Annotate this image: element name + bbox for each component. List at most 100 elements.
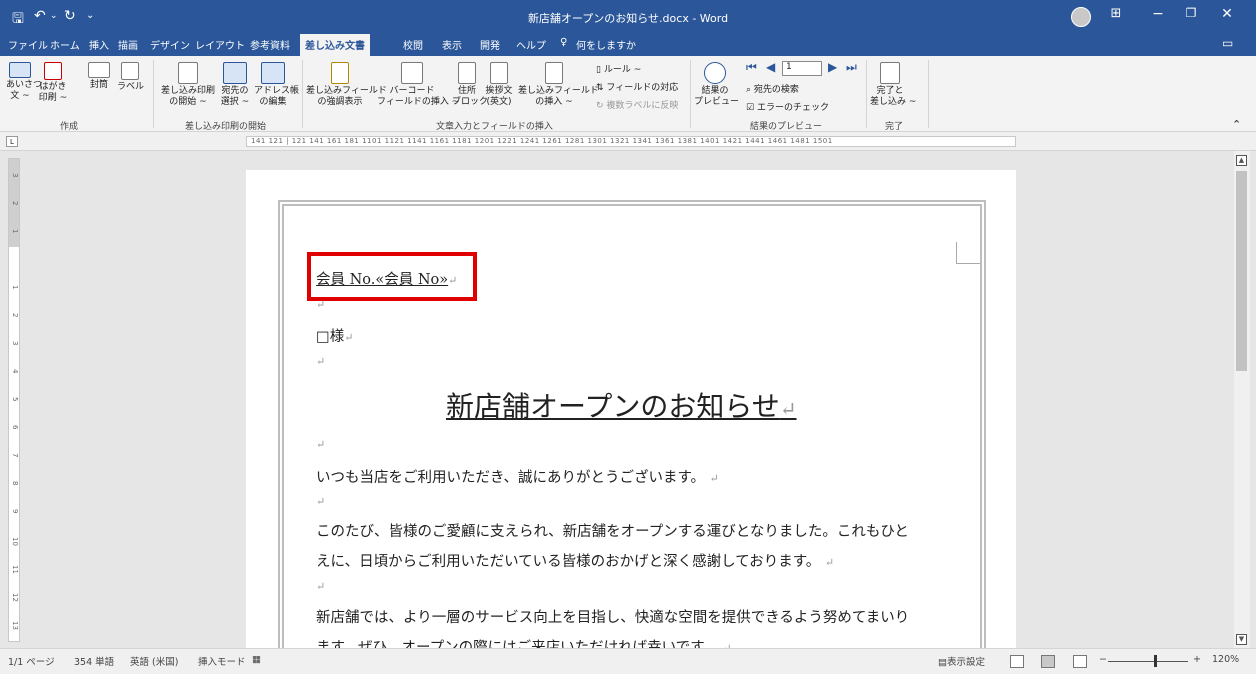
scroll-up-icon[interactable]: ▲ [1236,155,1247,166]
zoom-out-button[interactable]: − [1099,654,1107,665]
zoom-in-button[interactable]: + [1193,654,1201,665]
collapse-ribbon-icon[interactable]: ⌃ [1232,118,1241,131]
preview-results-button[interactable]: 結果の プレビュー [694,62,740,108]
insert-mode-status[interactable]: 挿入モード [198,654,246,668]
scroll-down-icon[interactable]: ▼ [1236,634,1247,645]
labels-button-label: ラベル [117,82,145,92]
document-page[interactable]: 会員 No.«会員 No»↵ ↵ □様↵ ↵ 新店舗オープンのお知らせ↵ ↵ い… [246,170,1016,648]
address-block-button[interactable]: 住所 ブロック [452,62,488,108]
word-count[interactable]: 354 単語 [74,654,114,668]
postcard-button-label: はがき 印刷 ~ [38,82,68,103]
start-mail-merge-button[interactable]: 差し込み印刷 の開始 ~ [160,62,216,108]
tab-insert[interactable]: 挿入 [89,37,109,52]
rules-label: ルール ~ [603,65,642,75]
paragraph-3-line-1[interactable]: 新店舗では、より一層のサービス向上を目指し、快適な空間を提供できるよう努めてまい… [316,606,909,627]
finish-merge-button[interactable]: 完了と 差し込み ~ [870,62,916,108]
margin-corner-mark [956,242,980,264]
tab-help[interactable]: ヘルプ [516,37,546,52]
last-record-icon[interactable]: ⏭ [846,60,857,75]
tab-design[interactable]: デザイン [150,37,190,52]
restore-icon[interactable]: ❐ [1176,6,1206,20]
recipient-line[interactable]: □様↵ [316,325,353,346]
tab-layout[interactable]: レイアウト [195,37,245,52]
tab-review[interactable]: 校閲 [403,37,423,52]
match-fields-button[interactable]: ⇅ フィールドの対応 [596,80,678,93]
preview-results-label: 結果の プレビュー [694,86,740,107]
check-errors-label: エラーのチェック [756,103,829,113]
insert-barcode-button[interactable]: バーコード フィールドの挿入 ~ [377,62,459,108]
paragraph-2-line-1[interactable]: このたび、皆様のご愛顧に支えられ、新店舗をオープンする運びとなりました。これもひ… [316,520,909,541]
heading-text: 新店舗オープンのお知らせ [446,390,780,423]
first-record-icon[interactable]: ⏮ [746,60,757,75]
tab-mailings[interactable]: 差し込み文書 [300,34,370,56]
highlight-fields-button[interactable]: 差し込みフィールド の強調表示 [306,62,387,108]
paragraph-mark: ↵ [824,556,835,569]
previous-record-icon[interactable]: ◀ [766,60,775,74]
vruler-number: 6 [11,425,19,430]
scroll-thumb[interactable] [1236,171,1247,371]
greeting-button-label: あいさつ 文 ~ [6,80,43,101]
comments-icon[interactable]: ▭ [1222,36,1233,50]
select-recipients-label: 宛先の 選択 ~ [220,86,250,107]
edit-list-label: アドレス帳 の編集 [254,86,300,107]
paragraph-mark: ↵ [316,438,326,451]
tell-me-search[interactable]: 何をしますか [576,37,636,52]
labels-icon [121,62,139,80]
vertical-scrollbar[interactable]: ▲ ▼ [1234,151,1250,648]
zoom-slider[interactable] [1108,661,1188,662]
greeting-line-button[interactable]: 挨拶文 (英文) [484,62,514,108]
paragraph-3-line-2[interactable]: ます。ぜひ、オープンの際にはご来店いただければ幸いです。 ↵ [316,636,732,648]
document-heading[interactable]: 新店舗オープンのお知らせ↵ [446,385,797,425]
close-icon[interactable]: ✕ [1212,6,1242,22]
edit-list-icon [261,62,285,84]
group-separator [690,60,691,128]
window-title: 新店舗オープンのお知らせ.docx - Word [527,12,729,25]
print-layout-icon[interactable] [1041,655,1055,668]
paragraph-mark: ↵ [344,331,354,344]
vertical-ruler: 3 2 1 1 2 3 4 5 6 7 8 9 10 11 12 13 [8,158,20,642]
rules-button[interactable]: ▯ ルール ~ [596,62,641,75]
recipient-text: □様 [316,329,345,345]
postcard-button[interactable]: はがき 印刷 ~ [38,62,68,104]
tab-draw[interactable]: 描画 [118,37,138,52]
vruler-number: 2 [11,313,19,318]
vruler-number: 8 [11,481,19,486]
tab-view[interactable]: 表示 [442,37,462,52]
web-layout-icon[interactable] [1073,655,1087,668]
tab-references[interactable]: 参考資料 [250,37,290,52]
paragraph-2-line-2[interactable]: えに、日頃からご利用いただいている皆様のおかげと深く感謝しております。 ↵ [316,550,834,571]
tab-home[interactable]: ホーム [50,37,80,52]
check-errors-button[interactable]: ☑ エラーのチェック [746,100,829,113]
insert-field-label: 差し込みフィールド の挿入 ~ [518,86,599,107]
find-recipient-button[interactable]: ⌕ 宛先の検索 [746,82,799,95]
edit-recipient-list-button[interactable]: アドレス帳 の編集 [254,62,299,108]
display-settings-button[interactable]: ▤表示設定 [938,654,985,668]
tab-developer[interactable]: 開発 [480,37,500,52]
vruler-number: 1 [11,229,19,234]
zoom-level[interactable]: 120% [1212,654,1239,665]
labels-button[interactable]: ラベル [117,62,145,93]
read-mode-icon[interactable] [1010,655,1024,668]
account-avatar[interactable] [1071,7,1091,27]
page-count[interactable]: 1/1 ページ [8,654,55,668]
paragraph-2-line-2-text: えに、日頃からご利用いただいている皆様のおかげと深く感謝しております。 [316,554,821,570]
tab-file[interactable]: ファイル [8,37,48,52]
insert-merge-field-button[interactable]: 差し込みフィールド の挿入 ~ [518,62,599,108]
paragraph-1[interactable]: いつも当店をご利用いただき、誠にありがとうございます。 ↵ [316,466,719,487]
ruler-track[interactable]: 141 121 | 121 141 161 181 1101 1121 1141… [246,136,1016,147]
envelope-button[interactable]: 封筒 [86,62,112,91]
minimize-icon[interactable]: − [1143,6,1173,22]
preview-results-icon [704,62,726,84]
language-status[interactable]: 英語 (米国) [130,654,178,668]
envelope-button-label: 封筒 [89,80,108,90]
select-recipients-button[interactable]: 宛先の 選択 ~ [220,62,250,108]
paragraph-3-line-2-text: ます。ぜひ、オープンの際にはご来店いただければ幸いです。 [316,640,718,648]
tab-selector[interactable]: L [6,136,18,147]
zoom-slider-thumb[interactable] [1154,655,1157,667]
next-record-icon[interactable]: ▶ [828,60,837,74]
macro-record-icon[interactable]: ▦ [252,654,261,665]
record-number-input[interactable]: 1 [782,61,822,76]
ribbon-display-icon[interactable]: ⊞ [1101,6,1131,21]
greeting-button[interactable]: あいさつ 文 ~ [6,62,42,102]
group-separator [928,60,929,128]
